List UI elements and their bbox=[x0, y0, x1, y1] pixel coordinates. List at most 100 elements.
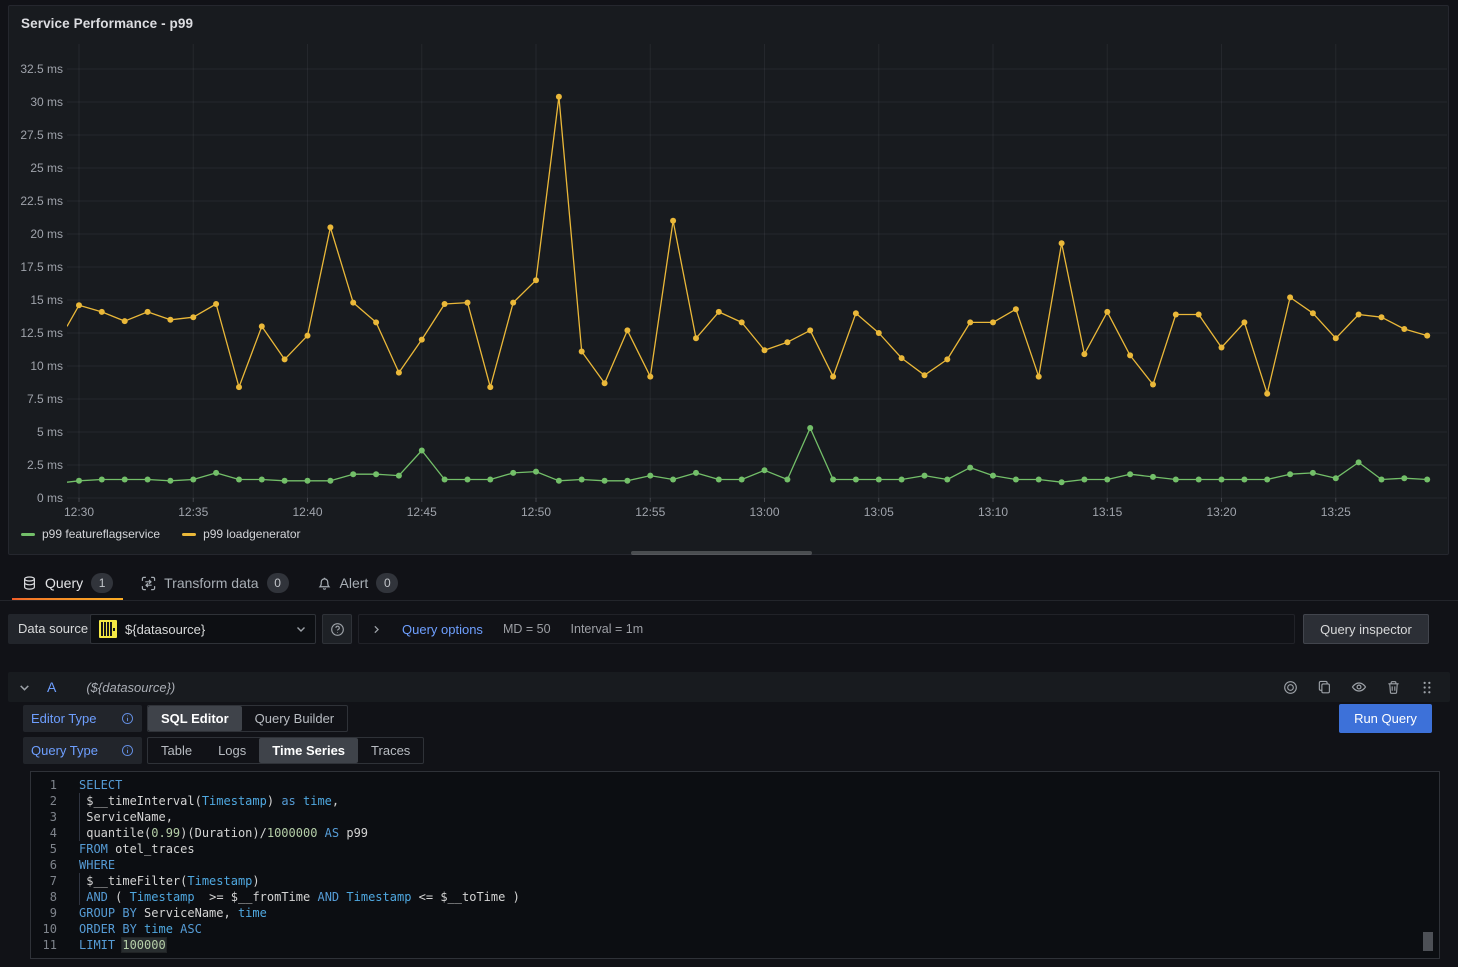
data-point bbox=[716, 309, 722, 315]
data-point bbox=[784, 477, 790, 483]
data-point bbox=[1333, 475, 1339, 481]
query-type-traces[interactable]: Traces bbox=[358, 738, 423, 763]
tab-label: Alert bbox=[340, 575, 369, 591]
data-point bbox=[1287, 294, 1293, 300]
data-point bbox=[624, 327, 630, 333]
bell-icon bbox=[317, 576, 332, 591]
data-point bbox=[1196, 312, 1202, 318]
svg-text:13:20: 13:20 bbox=[1206, 505, 1236, 519]
tab-alert[interactable]: Alert 0 bbox=[307, 566, 409, 600]
svg-text:5 ms: 5 ms bbox=[37, 425, 63, 439]
data-point bbox=[647, 473, 653, 479]
data-point bbox=[670, 477, 676, 483]
data-point bbox=[487, 384, 493, 390]
data-point bbox=[327, 224, 333, 230]
data-point bbox=[442, 477, 448, 483]
data-point bbox=[1104, 309, 1110, 315]
query-type-table[interactable]: Table bbox=[148, 738, 205, 763]
query-options-toggle[interactable]: Query options bbox=[402, 622, 483, 637]
line-number: 1 bbox=[31, 777, 57, 793]
data-point bbox=[647, 374, 653, 380]
max-data-points-value: MD = 50 bbox=[503, 622, 551, 636]
copy-icon[interactable] bbox=[1317, 680, 1332, 695]
query-type-label-box: Query Type bbox=[23, 737, 142, 764]
svg-text:22.5 ms: 22.5 ms bbox=[20, 194, 63, 208]
data-point bbox=[259, 323, 265, 329]
editor-type-group: SQL Editor Query Builder bbox=[147, 705, 348, 732]
horizontal-scrollbar-thumb[interactable] bbox=[631, 551, 812, 555]
data-point bbox=[76, 302, 82, 308]
info-circle-icon[interactable] bbox=[121, 744, 134, 757]
editor-type-query-builder[interactable]: Query Builder bbox=[242, 706, 347, 731]
editor-type-sql-editor[interactable]: SQL Editor bbox=[148, 706, 242, 731]
sql-code-editor[interactable]: 1SELECT2 $__timeInterval(Timestamp) as t… bbox=[30, 771, 1440, 959]
run-query-button[interactable]: Run Query bbox=[1339, 704, 1432, 733]
data-point bbox=[167, 317, 173, 323]
tab-label: Transform data bbox=[164, 575, 258, 591]
drag-handle-icon[interactable] bbox=[1420, 680, 1434, 695]
legend-item-loadgenerator[interactable]: p99 loadgenerator bbox=[182, 527, 300, 541]
eye-icon[interactable] bbox=[1351, 679, 1367, 695]
data-point bbox=[1036, 374, 1042, 380]
query-inspector-button[interactable]: Query inspector bbox=[1303, 614, 1429, 644]
code-line-9: 9GROUP BY ServiceName, time bbox=[31, 905, 1439, 921]
line-number: 8 bbox=[31, 889, 57, 905]
datasource-help-button[interactable] bbox=[322, 614, 352, 644]
data-point bbox=[670, 218, 676, 224]
data-point bbox=[784, 339, 790, 345]
tab-query[interactable]: Query 1 bbox=[12, 566, 123, 600]
svg-text:13:10: 13:10 bbox=[978, 505, 1008, 519]
chevron-down-icon[interactable] bbox=[18, 681, 31, 694]
datasource-label: Data source bbox=[8, 614, 98, 644]
data-point bbox=[419, 337, 425, 343]
data-point bbox=[1401, 326, 1407, 332]
chevron-right-icon[interactable] bbox=[371, 624, 382, 635]
data-point bbox=[579, 477, 585, 483]
svg-text:20 ms: 20 ms bbox=[30, 227, 63, 241]
line-number: 7 bbox=[31, 873, 57, 889]
data-point bbox=[305, 478, 311, 484]
tabs-divider bbox=[0, 600, 1458, 601]
legend-item-featureflagservice[interactable]: p99 featureflagservice bbox=[21, 527, 160, 541]
data-point bbox=[122, 318, 128, 324]
query-type-logs[interactable]: Logs bbox=[205, 738, 259, 763]
svg-text:32.5 ms: 32.5 ms bbox=[20, 62, 63, 76]
line-number: 4 bbox=[31, 825, 57, 841]
code-line-5: 5FROM otel_traces bbox=[31, 841, 1439, 857]
data-point bbox=[899, 477, 905, 483]
editor-scrollbar-thumb[interactable] bbox=[1423, 932, 1433, 951]
datasource-select-value: ${datasource} bbox=[125, 622, 287, 637]
data-point bbox=[396, 473, 402, 479]
series-p99-loadgenerator bbox=[67, 94, 1430, 397]
data-point bbox=[1036, 477, 1042, 483]
data-point bbox=[1127, 471, 1133, 477]
svg-text:17.5 ms: 17.5 ms bbox=[20, 260, 63, 274]
line-number: 3 bbox=[31, 809, 57, 825]
question-circle-icon bbox=[330, 622, 345, 637]
query-ref-id[interactable]: A bbox=[47, 679, 56, 695]
svg-text:12.5 ms: 12.5 ms bbox=[20, 326, 63, 340]
code-line-10: 10ORDER BY time ASC bbox=[31, 921, 1439, 937]
svg-text:13:05: 13:05 bbox=[864, 505, 894, 519]
trash-icon[interactable] bbox=[1386, 680, 1401, 695]
code-line-8: 8 AND ( Timestamp >= $__fromTime AND Tim… bbox=[31, 889, 1439, 905]
data-point bbox=[1173, 477, 1179, 483]
data-point bbox=[693, 470, 699, 476]
line-number: 2 bbox=[31, 793, 57, 809]
tab-transform-data[interactable]: Transform data 0 bbox=[131, 566, 298, 600]
data-point bbox=[990, 319, 996, 325]
datasource-select[interactable]: ${datasource} bbox=[90, 614, 316, 644]
info-circle-icon[interactable] bbox=[121, 712, 134, 725]
data-point bbox=[1424, 477, 1430, 483]
data-point bbox=[1356, 312, 1362, 318]
chart-grid: 0 ms2.5 ms5 ms7.5 ms10 ms12.5 ms15 ms17.… bbox=[20, 44, 1447, 519]
data-point bbox=[1013, 477, 1019, 483]
data-point bbox=[213, 470, 219, 476]
svg-text:12:45: 12:45 bbox=[407, 505, 437, 519]
data-point bbox=[922, 372, 928, 378]
query-type-time-series[interactable]: Time Series bbox=[259, 738, 358, 763]
code-line-11: 11LIMIT 100000 bbox=[31, 937, 1439, 953]
record-icon[interactable] bbox=[1283, 680, 1298, 695]
data-point bbox=[145, 309, 151, 315]
data-point bbox=[282, 478, 288, 484]
